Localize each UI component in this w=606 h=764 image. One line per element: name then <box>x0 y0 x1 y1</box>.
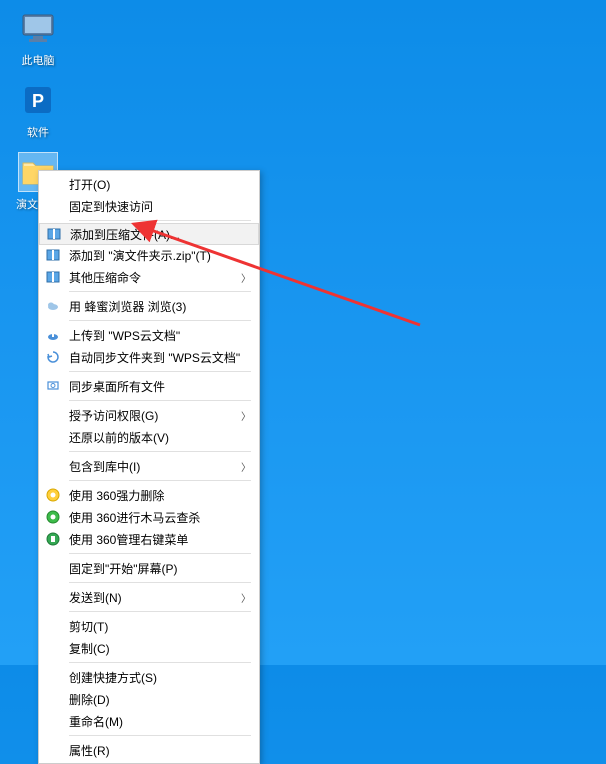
svg-text:P: P <box>32 91 44 111</box>
menu-item-label: 授予访问权限(G) <box>69 407 237 424</box>
menu-item-label: 上传到 "WPS云文档" <box>69 327 251 344</box>
menu-item[interactable]: 同步桌面所有文件 <box>39 375 259 397</box>
submenu-arrow-icon: 〉 <box>241 408 251 423</box>
cloud-icon <box>45 298 61 314</box>
cloud-up-icon <box>45 327 61 343</box>
menu-item[interactable]: 添加到压缩文件(A)... <box>39 223 259 245</box>
menu-item-label: 使用 360管理右键菜单 <box>69 531 251 548</box>
menu-item[interactable]: 上传到 "WPS云文档" <box>39 324 259 346</box>
menu-item-label: 打开(O) <box>69 176 251 193</box>
menu-item[interactable]: 使用 360管理右键菜单 <box>39 528 259 550</box>
menu-item-label: 重命名(M) <box>69 713 251 730</box>
menu-item-label: 用 蜂蜜浏览器 浏览(3) <box>69 298 251 315</box>
menu-separator <box>69 320 251 321</box>
menu-separator <box>69 451 251 452</box>
folder-software-icon: P <box>18 80 58 120</box>
menu-item-label: 添加到 "演文件夹示.zip"(T) <box>69 247 251 264</box>
menu-item-label: 其他压缩命令 <box>69 269 237 286</box>
desktop-icon-label: 此电脑 <box>22 52 55 68</box>
submenu-arrow-icon: 〉 <box>241 270 251 285</box>
menu-separator <box>69 582 251 583</box>
menu-item[interactable]: 使用 360强力删除 <box>39 484 259 506</box>
desktop-icon-1[interactable]: P 软件 <box>8 80 68 140</box>
menu-item[interactable]: 其他压缩命令〉 <box>39 266 259 288</box>
360-green-icon <box>45 509 61 525</box>
menu-item[interactable]: 属性(R) <box>39 739 259 761</box>
menu-item-label: 创建快捷方式(S) <box>69 669 251 686</box>
menu-item-label: 还原以前的版本(V) <box>69 429 251 446</box>
menu-item[interactable]: 添加到 "演文件夹示.zip"(T) <box>39 244 259 266</box>
menu-item[interactable]: 授予访问权限(G) 〉 <box>39 404 259 426</box>
menu-item[interactable]: 固定到"开始"屏幕(P) <box>39 557 259 579</box>
menu-separator <box>69 371 251 372</box>
menu-item[interactable]: 自动同步文件夹到 "WPS云文档" <box>39 346 259 368</box>
menu-item-label: 包含到库中(I) <box>69 458 237 475</box>
menu-item-label: 添加到压缩文件(A)... <box>70 226 250 243</box>
menu-item[interactable]: 固定到快速访问 <box>39 195 259 217</box>
menu-item[interactable]: 发送到(N) 〉 <box>39 586 259 608</box>
menu-item-label: 使用 360进行木马云查杀 <box>69 509 251 526</box>
menu-separator <box>69 553 251 554</box>
menu-separator <box>69 400 251 401</box>
menu-separator <box>69 291 251 292</box>
sync-icon <box>45 349 61 365</box>
submenu-arrow-icon: 〉 <box>241 590 251 605</box>
menu-item[interactable]: 用 蜂蜜浏览器 浏览(3) <box>39 295 259 317</box>
menu-item[interactable]: 包含到库中(I) 〉 <box>39 455 259 477</box>
360-yellow-icon <box>45 487 61 503</box>
menu-separator <box>69 662 251 663</box>
menu-item[interactable]: 创建快捷方式(S) <box>39 666 259 688</box>
menu-item[interactable]: 还原以前的版本(V) <box>39 426 259 448</box>
menu-item-label: 属性(R) <box>69 742 251 759</box>
menu-item[interactable]: 删除(D) <box>39 688 259 710</box>
menu-item-label: 固定到"开始"屏幕(P) <box>69 560 251 577</box>
desktop-icon-0[interactable]: 此电脑 <box>8 8 68 68</box>
menu-item[interactable]: 重命名(M) <box>39 710 259 732</box>
sync-desktop-icon <box>45 378 61 394</box>
menu-item-label: 同步桌面所有文件 <box>69 378 251 395</box>
menu-item[interactable]: 打开(O) <box>39 173 259 195</box>
desktop-icon-label: 软件 <box>27 124 49 140</box>
zip-icon <box>46 226 62 242</box>
menu-item-label: 使用 360强力删除 <box>69 487 251 504</box>
menu-item-label: 发送到(N) <box>69 589 237 606</box>
menu-item-label: 固定到快速访问 <box>69 198 251 215</box>
menu-separator <box>69 480 251 481</box>
menu-item[interactable]: 使用 360进行木马云查杀 <box>39 506 259 528</box>
pc-icon <box>18 8 58 48</box>
zip-icon <box>45 269 61 285</box>
menu-separator <box>69 611 251 612</box>
menu-item[interactable]: 复制(C) <box>39 637 259 659</box>
menu-item[interactable]: 剪切(T) <box>39 615 259 637</box>
submenu-arrow-icon: 〉 <box>241 459 251 474</box>
menu-item-label: 自动同步文件夹到 "WPS云文档" <box>69 349 251 366</box>
zip-icon <box>45 247 61 263</box>
context-menu: 打开(O) 固定到快速访问添加到压缩文件(A)... 添加到 "演文件夹示.zip"… <box>38 170 260 764</box>
menu-item-label: 删除(D) <box>69 691 251 708</box>
360-green2-icon <box>45 531 61 547</box>
menu-item-label: 复制(C) <box>69 640 251 657</box>
menu-separator <box>69 220 251 221</box>
menu-item-label: 剪切(T) <box>69 618 251 635</box>
menu-separator <box>69 735 251 736</box>
